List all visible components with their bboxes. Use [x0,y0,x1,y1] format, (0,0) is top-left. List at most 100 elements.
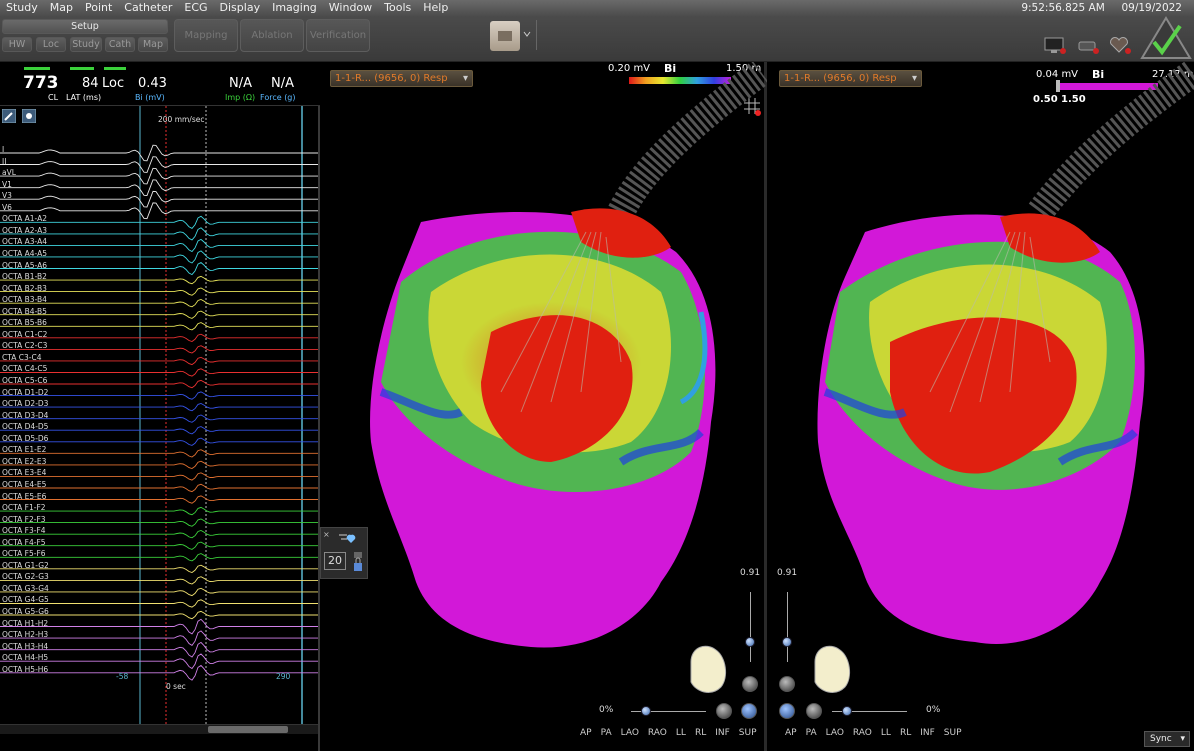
cl-value: 773 [23,73,59,93]
ecg-header: 773 CL 84 LAT (ms) Loc 0.43 Bi (mV) N/A … [0,62,320,106]
lead-label: V1 [2,179,12,189]
map2-rotate-knob[interactable] [842,706,852,716]
left-marker-label: -58 [116,672,129,681]
menu-tools[interactable]: Tools [378,0,417,16]
loc-button[interactable]: Loc [36,37,66,52]
ecg-trace [0,275,318,285]
map2-heart-orientation-icon[interactable] [805,642,855,697]
lead-label: II [2,156,7,166]
map2-view-pa[interactable]: PA [806,728,817,738]
verification-button[interactable]: Verification [306,19,370,52]
map2-zoom-knob[interactable] [782,637,792,647]
lead-label: aVL [2,168,16,178]
map1-rotate-button[interactable] [741,703,757,719]
map-viewport-2[interactable]: 1-1-R... (9656, 0) Resp ▾ 0.04 mV Bi 27.… [770,62,1194,751]
map1-view-inf[interactable]: INF [715,728,730,738]
menu-imaging[interactable]: Imaging [266,0,323,16]
map1-rotate-knob[interactable] [641,706,651,716]
lead-label: OCTA E1-E2 [2,445,47,455]
tag-heart-icon[interactable] [337,531,359,545]
ablation-button[interactable]: Ablation [240,19,304,52]
ecg-trace [0,322,318,331]
map-viewport-1[interactable]: 1-1-R... (9656, 0) Resp ▾ 0.20 mV Bi 1.5… [321,62,767,751]
map2-reset-button[interactable] [779,676,795,692]
ecg-trace [0,310,318,319]
map1-view-lao[interactable]: LAO [621,728,639,738]
chevron-down-icon[interactable] [523,30,531,38]
menu-study[interactable]: Study [0,0,44,16]
map2-view-inf[interactable]: INF [920,728,935,738]
lead-label: OCTA A5-A6 [2,260,47,270]
map2-view-lao[interactable]: LAO [826,728,844,738]
ecg-scroll-thumb[interactable] [208,726,288,733]
menu-help[interactable]: Help [417,0,454,16]
map2-view-ll[interactable]: LL [881,728,891,738]
map1-view-sup[interactable]: SUP [739,728,757,738]
lead-label: OCTA G5-G6 [2,607,49,616]
lead-label: OCTA E5-E6 [2,491,47,501]
map1-anatomy[interactable] [321,62,767,702]
checkmark-triangle-icon[interactable] [1140,16,1192,60]
map1-zoom-track[interactable] [750,592,751,662]
lead-label: OCTA H1-H2 [2,618,49,628]
map2-zoom-track[interactable] [787,592,788,662]
ecg-trace [0,368,318,377]
menu-catheter[interactable]: Catheter [118,0,178,16]
mapping-button[interactable]: Mapping [174,19,238,52]
heart-status-icon[interactable] [1109,36,1131,54]
menu-display[interactable]: Display [214,0,267,16]
map1-zoom-knob[interactable] [745,637,755,647]
map2-rotate-button[interactable] [779,703,795,719]
map1-heart-orientation-icon[interactable] [681,642,731,697]
map1-view-rao[interactable]: RAO [648,728,667,738]
ecg-trace [0,356,318,366]
map1-view-ap[interactable]: AP [580,728,592,738]
map2-view-rl[interactable]: RL [900,728,911,738]
toolbox-close-icon[interactable]: × [323,530,330,539]
sync-dropdown[interactable]: Sync ▾ [1144,731,1190,747]
ecg-scrollbar[interactable] [0,724,318,734]
lead-label: OCTA F4-F5 [2,537,46,547]
map-button[interactable]: Map [138,37,168,52]
lead-label: OCTA A3-A4 [2,237,47,247]
map1-view-rl[interactable]: RL [695,728,706,738]
map1-reset-button[interactable] [742,676,758,692]
map2-view-sup[interactable]: SUP [944,728,962,738]
menu-ecg[interactable]: ECG [178,0,213,16]
point-count[interactable]: 20 [324,552,346,570]
map2-view-ap[interactable]: AP [785,728,797,738]
map2-view-rao[interactable]: RAO [853,728,872,738]
lead-label: OCTA B4-B5 [2,306,47,316]
cath-button[interactable]: Cath [105,37,135,52]
ecg-trace [0,227,318,241]
map2-sphere-button[interactable] [806,703,822,719]
menu-window[interactable]: Window [323,0,378,16]
map2-catheter-shaft [1028,62,1194,221]
lock-icon[interactable] [352,552,364,574]
map1-sphere-button[interactable] [716,703,732,719]
loc-indicator [104,67,126,70]
menu-map[interactable]: Map [44,0,79,16]
study-button[interactable]: Study [70,37,102,52]
ecg-trace [0,215,318,229]
map1-view-pa[interactable]: PA [601,728,612,738]
snapshot-icon[interactable] [490,21,520,51]
cl-indicator [24,67,50,70]
lat-value: 84 [82,76,99,91]
hw-button[interactable]: HW [2,37,32,52]
catheter-status-icon[interactable] [1077,36,1099,54]
ecg-trace [0,190,318,208]
lead-label: OCTA E2-E3 [2,456,47,466]
monitor-icon[interactable] [1044,36,1066,54]
carto-app-window: { "menu": ["Study", "Map", "Point", "Cat… [0,0,1194,751]
ecg-trace [0,483,318,493]
ecg-trace [0,299,318,308]
map2-anatomy[interactable] [770,62,1194,702]
ecg-trace [0,506,318,516]
ecg-trace [0,472,318,481]
lead-label: OCTA C4-C5 [2,364,48,374]
menu-point[interactable]: Point [79,0,118,16]
map1-view-ll[interactable]: LL [676,728,686,738]
setup-button[interactable]: Setup [2,19,168,34]
map1-zoom-value: 0.91 [740,568,761,578]
